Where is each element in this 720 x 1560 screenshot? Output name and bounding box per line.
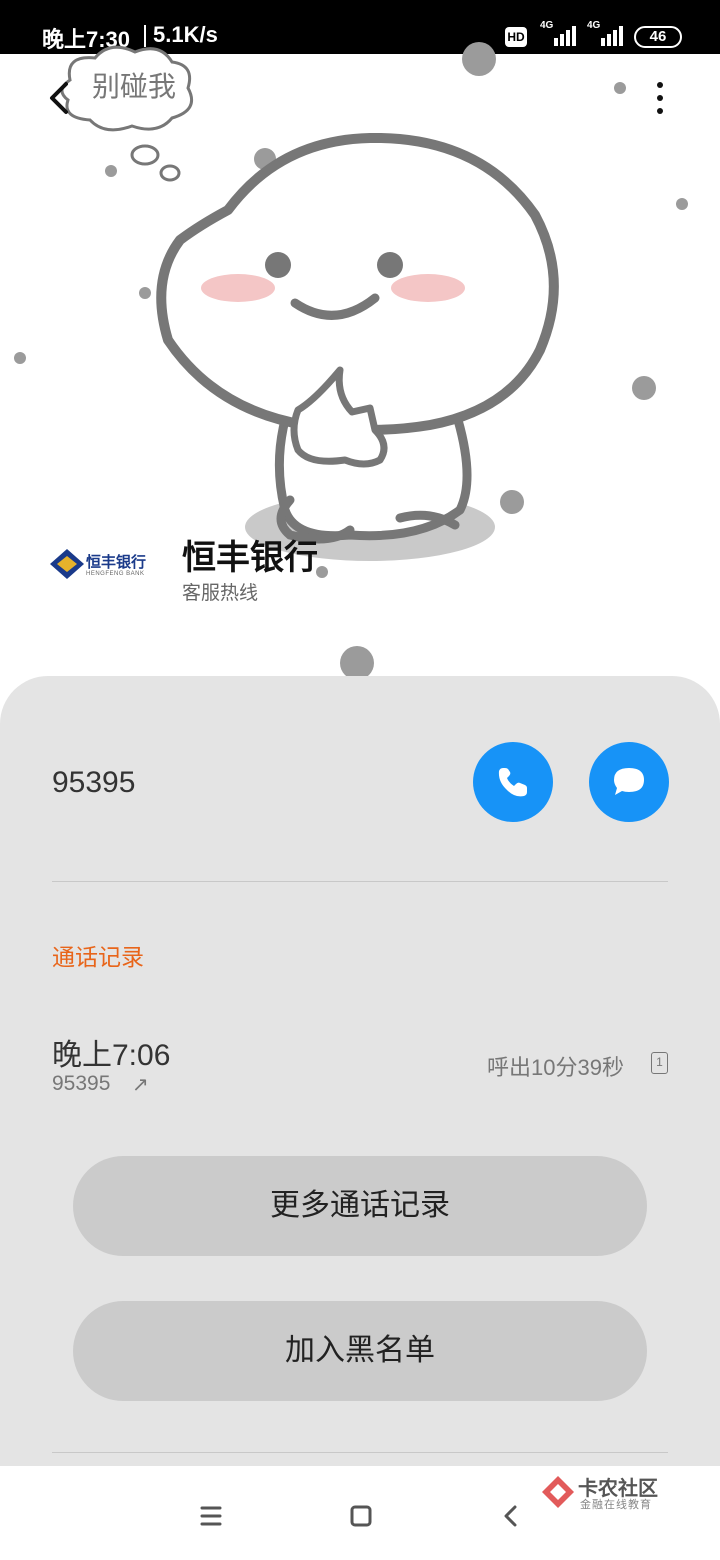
call-time: 晚上7:06	[52, 1039, 171, 1072]
decor-dot	[614, 82, 626, 94]
phone-number[interactable]: 95395	[52, 766, 135, 800]
bank-logo-mark	[50, 549, 84, 579]
bank-logo: 恒丰银行 HENGFENG BANK	[50, 541, 150, 589]
sim2-network-label: 4G	[587, 20, 601, 31]
call-log-title: 通话记录	[52, 944, 144, 970]
bubble-text: 别碰我	[92, 70, 176, 103]
more-call-records-button[interactable]: 更多通话记录	[73, 1156, 647, 1256]
back-button[interactable]	[42, 78, 82, 118]
more-options-button[interactable]	[640, 76, 680, 120]
bottom-divider	[52, 1452, 668, 1453]
phone-icon	[498, 768, 527, 797]
sim1-network-label: 4G	[540, 20, 554, 31]
contact-name: 恒丰银行	[182, 539, 318, 577]
bank-logo-text: 恒丰银行	[86, 554, 147, 571]
chevron-left-icon	[50, 82, 68, 114]
decor-dot	[632, 376, 656, 400]
outgoing-arrow-icon: ↗	[132, 1074, 149, 1096]
watermark-icon	[542, 1476, 574, 1508]
add-to-blacklist-button[interactable]: 加入黑名单	[73, 1301, 647, 1401]
more-vertical-icon	[657, 82, 663, 88]
call-duration: 呼出10分39秒	[487, 1055, 624, 1080]
contact-sticker-image: 别碰我	[60, 45, 559, 561]
decor-dot	[676, 198, 688, 210]
decor-dot	[340, 646, 374, 680]
watermark-slogan: 金融在线教育	[580, 1499, 652, 1511]
home-button[interactable]	[341, 1496, 381, 1536]
message-button[interactable]	[589, 742, 669, 822]
home-square-icon	[350, 1505, 372, 1527]
sim2-signal-icon: 4G	[587, 20, 631, 48]
watermark-logo: 卡农社区 金融在线教育	[540, 1472, 670, 1514]
section-divider	[52, 881, 668, 882]
bank-logo-subtext: HENGFENG BANK	[86, 571, 145, 577]
nav-back-button[interactable]	[491, 1496, 531, 1536]
sim-card-icon: 1	[651, 1052, 668, 1074]
decor-dot	[14, 352, 26, 364]
back-triangle-icon	[504, 1505, 517, 1527]
battery-icon: 46	[634, 26, 682, 48]
contact-subtitle: 客服热线	[182, 583, 259, 604]
call-number: 95395	[52, 1072, 111, 1095]
call-button[interactable]	[473, 742, 553, 822]
menu-button[interactable]	[191, 1496, 231, 1536]
menu-icon	[200, 1506, 222, 1526]
message-icon	[614, 768, 644, 795]
